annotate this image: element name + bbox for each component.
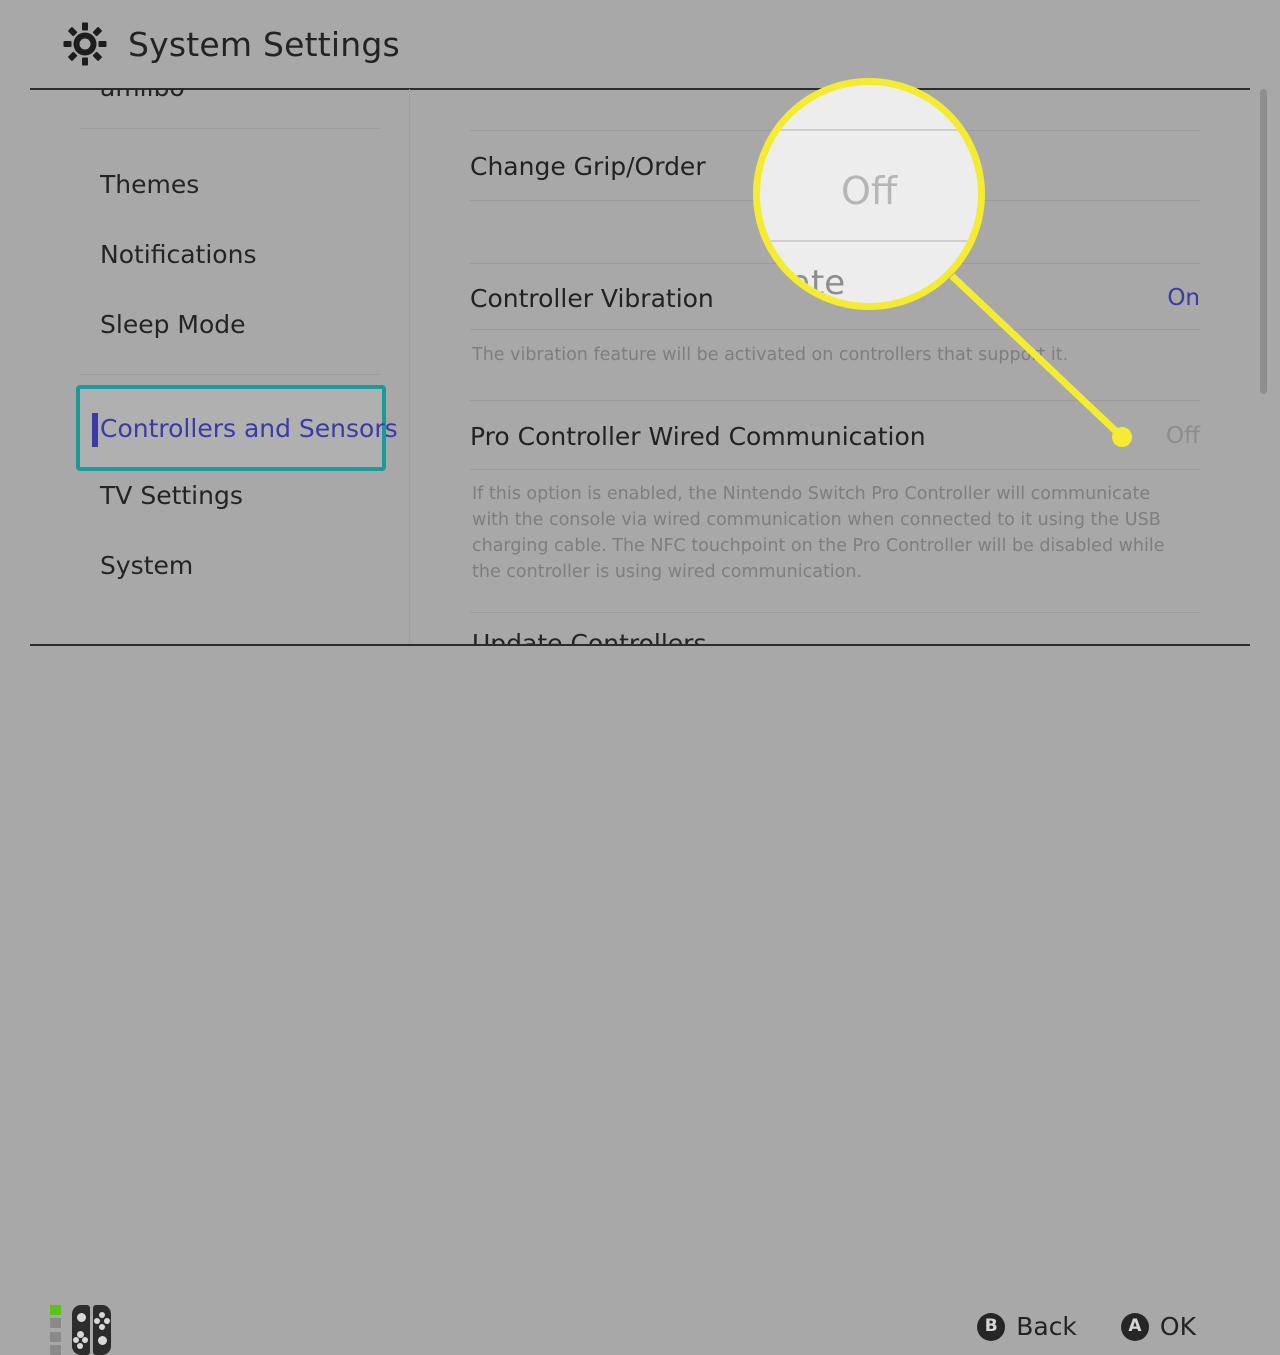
setting-row-pro-controller-wired-communication[interactable]: Pro Controller Wired Communication Off [470,415,1200,457]
sidebar-item-label: System [100,550,194,580]
joycon-battery-indicator-icon [50,1305,62,1355]
gear-icon [62,21,108,67]
sidebar-item-tv-settings[interactable]: TV Settings [76,468,386,522]
row-divider [470,329,1200,330]
app-footer: B Back A OK [0,646,1280,1355]
setting-label: Pro Controller Wired Communication [470,421,926,451]
sidebar-item-sleep-mode[interactable]: Sleep Mode [76,297,386,351]
page-title: System Settings [128,24,400,64]
selection-indicator-bar [92,413,98,447]
sidebar-divider [80,128,380,129]
ok-button-label: OK [1159,1312,1196,1341]
setting-value: On [1167,285,1200,311]
sidebar-item-label: TV Settings [100,480,243,510]
sidebar-item-label: Notifications [100,239,257,269]
magnifier-callout: Off icate [753,78,985,310]
back-button-label: Back [1016,1312,1077,1341]
b-button-icon: B [977,1312,1006,1341]
sidebar-item-amiibo[interactable]: amiibo [100,89,185,102]
magnified-value: Off [840,169,898,213]
sidebar-item-label: Controllers and Sensors [100,413,398,443]
a-button-icon: A [1120,1312,1149,1341]
back-button[interactable]: B Back [977,1312,1077,1341]
ok-button[interactable]: A OK [1120,1312,1196,1341]
sidebar-item-label: Themes [100,169,200,199]
row-divider [470,400,1200,401]
sidebar-item-label: Sleep Mode [100,309,246,339]
setting-description: If this option is enabled, the Nintendo … [472,484,1165,582]
sidebar-item-themes[interactable]: Themes [76,157,386,211]
setting-label: Controller Vibration [470,283,714,313]
scrollbar-thumb[interactable] [1260,89,1267,394]
setting-label: Change Grip/Order [470,151,706,181]
setting-description: The vibration feature will be activated … [472,345,1069,365]
magnified-divider [770,240,970,242]
main-region: amiibo Themes Notifications Sleep Mode C… [0,89,1280,644]
magnified-partial-label: icate [762,263,846,303]
sidebar-item-controllers-and-sensors[interactable]: Controllers and Sensors [76,385,398,471]
row-divider [470,612,1200,613]
annotation-target-dot [1112,427,1132,447]
setting-row-update-controllers[interactable]: Update Controllers [472,629,707,644]
row-divider [470,469,1200,470]
sidebar-item-notifications[interactable]: Notifications [76,227,386,281]
app-header: System Settings [0,0,1280,88]
settings-sidebar: amiibo Themes Notifications Sleep Mode C… [0,89,410,644]
magnified-divider [770,129,970,131]
footer-button-hints: B Back A OK [977,1312,1196,1341]
scrollbar-track[interactable] [1258,89,1267,644]
setting-value: Off [1166,423,1200,449]
joy-con-pair-icon [72,1305,112,1355]
sidebar-divider [80,374,380,375]
sidebar-item-system[interactable]: System [76,538,386,592]
